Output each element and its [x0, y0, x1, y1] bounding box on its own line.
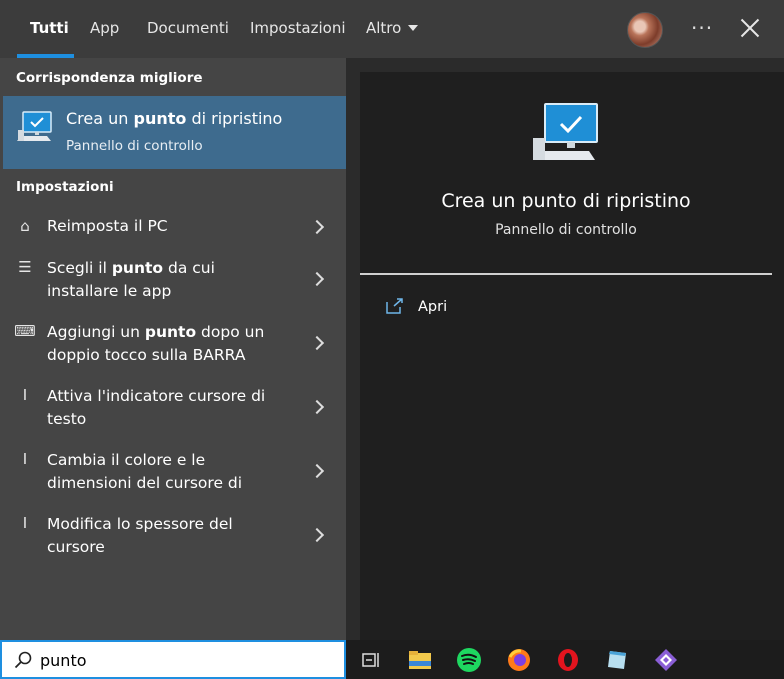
best-match-result[interactable]: Crea un punto di ripristino Pannello di … — [3, 96, 346, 169]
item-text-pre: Aggiungi un — [47, 323, 145, 341]
computer-check-icon — [17, 111, 52, 141]
tab-app[interactable]: App — [90, 19, 119, 39]
file-explorer-icon[interactable] — [407, 647, 433, 673]
settings-item-install-apps[interactable]: ☰ Scegli il punto da cui installare le a… — [0, 254, 346, 310]
item-text-pre: Reimposta il PC — [47, 217, 168, 235]
search-icon — [14, 651, 32, 669]
keyboard-icon: ⌨ — [14, 322, 36, 340]
settings-item-label: Cambia il colore e le dimensioni del cur… — [47, 449, 287, 495]
settings-item-label: Attiva l'indicatore cursore di testo — [47, 385, 287, 431]
best-match-heading: Corrispondenza migliore — [16, 70, 203, 86]
settings-item-double-tap-space[interactable]: ⌨ Aggiungi un punto dopo un doppio tocco… — [0, 318, 346, 374]
item-text-highlight: punto — [144, 323, 197, 341]
search-input[interactable] — [40, 648, 330, 672]
firefox-icon[interactable] — [506, 647, 532, 673]
spotify-icon[interactable] — [456, 647, 482, 673]
open-external-icon[interactable] — [386, 298, 404, 314]
item-text-highlight: punto — [111, 259, 164, 277]
open-action[interactable]: Apri — [418, 299, 447, 315]
chevron-right-icon[interactable] — [309, 527, 325, 543]
computer-check-icon — [533, 103, 598, 160]
preview-subtitle: Pannello di controllo — [495, 222, 637, 238]
avatar[interactable] — [627, 12, 663, 48]
best-match-title-highlight: punto — [133, 109, 187, 128]
search-header: Tutti App Documenti Impostazioni Altro ·… — [0, 0, 784, 58]
more-options-icon[interactable]: ··· — [691, 16, 713, 40]
settings-item-label: Reimposta il PC — [47, 215, 287, 238]
settings-item-reset-pc[interactable]: ⌂ Reimposta il PC — [0, 208, 346, 244]
preview-pane: Crea un punto di ripristino Pannello di … — [360, 72, 784, 640]
best-match-title: Crea un punto di ripristino — [66, 109, 282, 128]
results-panel: Corrispondenza migliore Crea un punto di… — [0, 58, 346, 640]
opera-icon[interactable] — [555, 647, 581, 673]
settings-item-label: Scegli il punto da cui installare le app — [47, 257, 287, 303]
tab-altro[interactable]: Altro — [366, 19, 419, 39]
settings-item-text-cursor-indicator[interactable]: I Attiva l'indicatore cursore di testo — [0, 382, 346, 438]
notepad-icon[interactable] — [604, 647, 630, 673]
app-list-icon: ☰ — [18, 258, 32, 276]
best-match-title-post: di ripristino — [186, 109, 283, 128]
chevron-right-icon[interactable] — [309, 219, 325, 235]
preview-title: Crea un punto di ripristino — [441, 190, 691, 212]
best-match-title-pre: Crea un — [66, 109, 134, 128]
text-cursor-icon: I — [22, 450, 28, 468]
preview-divider — [360, 273, 772, 275]
settings-item-label: Modifica lo spessore del cursore — [47, 513, 287, 559]
chevron-right-icon[interactable] — [309, 463, 325, 479]
taskbar — [346, 640, 784, 679]
tab-documenti[interactable]: Documenti — [147, 19, 229, 39]
chevron-right-icon[interactable] — [309, 399, 325, 415]
visual-studio-icon[interactable] — [653, 647, 679, 673]
settings-item-cursor-color-size[interactable]: I Cambia il colore e le dimensioni del c… — [0, 446, 346, 502]
text-cursor-icon: I — [22, 514, 28, 532]
reset-pc-icon: ⌂ — [20, 217, 30, 235]
chevron-down-icon — [408, 25, 419, 31]
settings-item-cursor-thickness[interactable]: I Modifica lo spessore del cursore — [0, 510, 346, 566]
settings-item-label: Aggiungi un punto dopo un doppio tocco s… — [47, 321, 287, 367]
item-text-pre: Modifica lo spessore del cursore — [47, 515, 233, 556]
tab-tutti[interactable]: Tutti — [30, 19, 69, 39]
tab-impostazioni[interactable]: Impostazioni — [250, 19, 346, 39]
settings-heading: Impostazioni — [16, 179, 114, 195]
chevron-right-icon[interactable] — [309, 271, 325, 287]
item-text-pre: Scegli il — [47, 259, 112, 277]
best-match-subtitle: Pannello di controllo — [66, 138, 203, 154]
search-box[interactable] — [0, 640, 346, 679]
text-cursor-icon: I — [22, 386, 28, 404]
chevron-right-icon[interactable] — [309, 335, 325, 351]
item-text-pre: Cambia il colore e le dimensioni del cur… — [47, 451, 243, 492]
item-text-pre: Attiva l'indicatore cursore di testo — [47, 387, 266, 428]
task-view-icon[interactable] — [358, 647, 384, 673]
tab-altro-label: Altro — [366, 19, 402, 37]
close-icon[interactable] — [739, 17, 761, 39]
